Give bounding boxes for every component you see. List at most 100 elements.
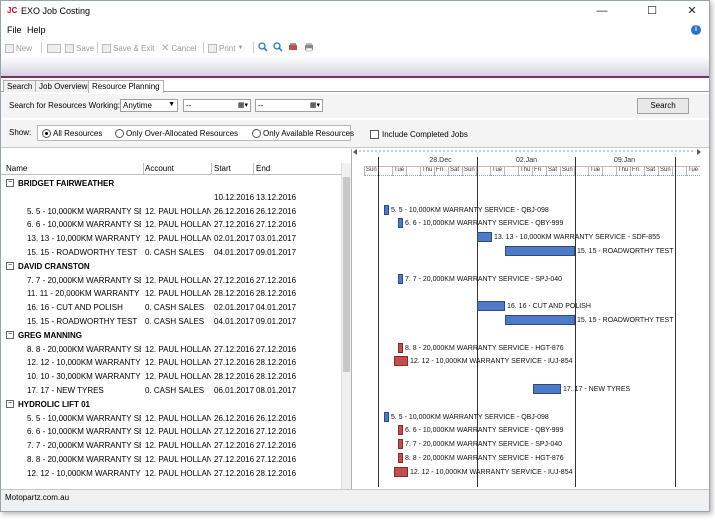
gantt-bar[interactable] (398, 453, 403, 463)
include-completed-checkbox[interactable] (370, 130, 379, 139)
gantt-bar[interactable] (477, 232, 492, 243)
table-row[interactable]: 10. 10 - 30,000KM WARRANTY SE 12. PAUL HO… (1, 370, 341, 383)
search-button[interactable]: Search (637, 98, 689, 114)
minimize-button[interactable]: — (591, 4, 613, 19)
table-row[interactable]: 10.12.2016 13.12.2016 (1, 191, 341, 204)
new-button[interactable]: New (5, 42, 32, 54)
gantt-day-label (476, 166, 490, 176)
group-row[interactable]: − GREG MANNING (1, 329, 341, 342)
menu-help[interactable]: Help (27, 25, 46, 35)
cell-start: 27.12.2016 (214, 441, 254, 451)
gantt-bar[interactable] (398, 342, 403, 353)
zoom-out-icon[interactable] (273, 42, 283, 52)
group-row[interactable]: − DAVID CRANSTON (1, 260, 341, 273)
gantt-bar[interactable] (398, 439, 403, 450)
gantt-bar[interactable] (394, 356, 408, 367)
app-window: JC EXO Job Costing — ☐ ✕ File Help i New… (0, 0, 710, 512)
table-row[interactable]: 7. 7 - 20,000KM WARRANTY SERV 12. PAUL HO… (1, 439, 341, 452)
table-row[interactable]: 5. 5 - 10,000KM WARRANTY SERV 12. PAUL HO… (1, 412, 341, 425)
gantt-bar-label: 7. 7 - 20,000KM WARRANTY SERVICE - SPJ-0… (405, 275, 563, 283)
cell-name: 6. 6 - 10,000KM WARRANTY SERV (27, 427, 141, 437)
to-date-value: -- (258, 101, 264, 110)
column-end[interactable]: End (256, 164, 270, 173)
help-icon[interactable]: i (691, 25, 701, 35)
tab-strip: Search Job Overview Resource Planning (1, 80, 709, 93)
table-row[interactable]: 13. 13 - 10,000KM WARRANTY SE 12. PAUL HO… (1, 232, 341, 245)
collapse-toggle-icon[interactable]: − (6, 179, 14, 187)
cancel-button[interactable]: ✕ Cancel (161, 42, 196, 54)
table-row[interactable]: 6. 6 - 10,000KM WARRANTY SERV 12. PAUL HO… (1, 218, 341, 231)
table-row[interactable]: 5. 5 - 10,000KM WARRANTY SERV 12. PAUL HO… (1, 205, 341, 218)
toolbar-separator (97, 42, 98, 53)
tab-search[interactable]: Search (3, 80, 37, 92)
radio-all-resources[interactable] (42, 129, 51, 138)
close-button[interactable]: ✕ (681, 4, 703, 19)
toolbar-separator (253, 42, 254, 53)
group-row[interactable]: − HYDROLIC LIFT 01 (1, 398, 341, 411)
to-date-field[interactable]: -- ▦▾ (255, 99, 323, 112)
print-button[interactable]: Print ▼ (208, 42, 243, 54)
table-row[interactable]: 12. 12 - 10,000KM WARRANTY SE 12. PAUL HO… (1, 467, 341, 480)
collapse-toggle-icon[interactable]: − (6, 330, 14, 339)
chevron-down-icon: ▼ (168, 101, 175, 108)
table-row[interactable]: 11. 11 - 20,000KM WARRANTY SE 12. PAUL HO… (1, 287, 341, 300)
table-row[interactable]: 16. 16 - CUT AND POLISH 0. CASH SALES 02.0… (1, 301, 341, 314)
collapse-toggle-icon[interactable]: − (6, 261, 14, 270)
grid-button[interactable] (47, 42, 61, 54)
gantt-bar[interactable] (533, 384, 561, 394)
gantt-bar[interactable] (384, 204, 389, 215)
printer-icon[interactable] (304, 42, 314, 52)
group-row[interactable]: − BRIDGET FAIRWEATHER (1, 177, 341, 190)
gantt-day-label: Sat (448, 166, 462, 176)
table-row[interactable]: 15. 15 - ROADWORTHY TEST 0. CASH SALES 04.… (1, 246, 341, 259)
gantt-scroll-arrows[interactable] (353, 149, 710, 156)
gantt-day-label (602, 166, 616, 176)
vertical-scrollbar[interactable] (341, 163, 351, 489)
gantt-bar[interactable] (398, 425, 403, 436)
window-title: EXO Job Costing (21, 6, 91, 16)
gantt-bar[interactable] (505, 315, 575, 325)
table-row[interactable]: 15. 15 - ROADWORTHY TEST 0. CASH SALES 04.… (1, 315, 341, 328)
gantt-bar-label: 5. 5 - 10,000KM WARRANTY SERVICE - QBJ-0… (391, 206, 549, 214)
save-exit-button[interactable]: Save & Exit (102, 42, 154, 54)
column-start[interactable]: Start (214, 164, 231, 173)
gantt-bar[interactable] (505, 246, 575, 256)
table-row[interactable]: 8. 8 - 20,000KM WARRANTY SERV 12. PAUL HO… (1, 343, 341, 356)
zoom-in-icon[interactable] (258, 42, 268, 52)
column-account[interactable]: Account (145, 164, 174, 173)
status-text: Motopartz.com.au (5, 493, 70, 502)
gantt-day-label: Thu (420, 166, 434, 176)
cell-account: 12. PAUL HOLLAND (145, 275, 211, 285)
gantt-bar[interactable] (394, 466, 408, 477)
gantt-bar-label: 12. 12 - 10,000KM WARRANTY SERVICE - IUJ… (410, 358, 573, 366)
table-row[interactable]: 6. 6 - 10,000KM WARRANTY SERV 12. PAUL HO… (1, 425, 341, 438)
maximize-button[interactable]: ☐ (641, 4, 663, 19)
save-button[interactable]: Save (65, 42, 94, 54)
period-select[interactable]: Anytime ▼ (120, 99, 178, 112)
table-row[interactable]: 17. 17 - NEW TYRES 0. CASH SALES 06.01.201… (1, 384, 341, 397)
table-row[interactable]: 12. 12 - 10,000KM WARRANTY SE 12. PAUL HO… (1, 356, 341, 369)
menu-file[interactable]: File (7, 25, 22, 35)
scrollbar-thumb[interactable] (343, 177, 350, 372)
table-row[interactable]: 7. 7 - 20,000KM WARRANTY SERV 12. PAUL HO… (1, 274, 341, 287)
from-date-field[interactable]: -- ▦▾ (183, 99, 251, 112)
gantt-bar[interactable] (398, 218, 403, 229)
gantt-bar[interactable] (384, 411, 389, 422)
cell-end: 28.12.2016 (256, 372, 297, 382)
print-preview-icon[interactable] (288, 42, 298, 52)
radio-over-allocated[interactable] (115, 129, 124, 138)
table-row[interactable]: 8. 8 - 20,000KM WARRANTY SERV 12. PAUL HO… (1, 453, 341, 466)
cell-start: 04.01.2017 (214, 317, 254, 326)
gantt-day-label: Tue (686, 166, 700, 176)
cell-end: 08.01.2017 (256, 386, 297, 395)
column-name[interactable]: Name (6, 164, 27, 173)
tab-resource-planning[interactable]: Resource Planning (88, 80, 164, 93)
gantt-day-label: Sat (546, 166, 560, 176)
radio-only-available[interactable] (252, 129, 261, 138)
tab-job-overview[interactable]: Job Overview (35, 80, 92, 92)
gantt-bar[interactable] (398, 273, 403, 284)
collapse-toggle-icon[interactable]: − (6, 399, 14, 408)
cell-name: 7. 7 - 20,000KM WARRANTY SERV (27, 275, 141, 285)
gantt-bar[interactable] (477, 301, 505, 312)
cell-name: 5. 5 - 10,000KM WARRANTY SERV (27, 206, 141, 216)
